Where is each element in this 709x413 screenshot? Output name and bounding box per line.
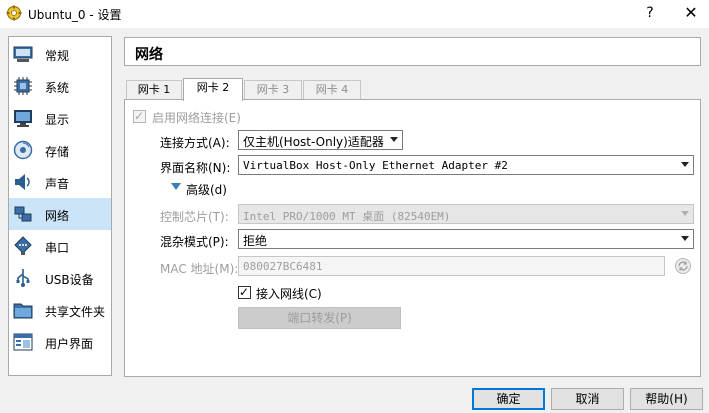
sidebar-item-user-interface[interactable]: 用户界面 — [9, 326, 111, 358]
chevron-down-icon — [681, 162, 689, 167]
mac-address-field[interactable]: 080027BC6481 — [238, 256, 665, 276]
virtualbox-app-icon — [6, 5, 22, 21]
title-help-button[interactable]: ? — [635, 2, 665, 24]
tab-adapter-2[interactable]: 网卡 2 — [183, 78, 243, 101]
sidebar-item-label: 显示 — [45, 113, 70, 127]
chevron-down-icon — [681, 236, 689, 241]
shared-folder-icon — [13, 303, 33, 319]
sidebar-item-label: USB设备 — [45, 273, 94, 287]
adapter-type-value: Intel PRO/1000 MT 桌面 (82540EM) — [243, 210, 451, 223]
port-forwarding-button[interactable]: 端口转发(P) — [238, 307, 401, 329]
storage-disk-icon — [13, 140, 33, 160]
window-title: Ubuntu_0 - 设置 — [28, 8, 122, 22]
close-button[interactable]: ✕ — [676, 2, 706, 24]
check-mark-icon: ✓ — [134, 109, 145, 123]
user-interface-icon — [13, 333, 33, 351]
sidebar-item-system[interactable]: 系统 — [9, 70, 111, 102]
enable-adapter-label: 启用网络连接(E) — [152, 111, 241, 125]
display-monitor-icon — [14, 110, 32, 127]
system-chip-icon — [14, 77, 32, 95]
check-mark-icon: ✓ — [239, 285, 250, 299]
adapter-type-label: 控制芯片(T): — [160, 210, 229, 224]
attached-to-value: 仅主机(Host-Only)适配器 — [243, 135, 384, 149]
ok-button[interactable]: 确定 — [472, 388, 545, 410]
mac-address-label: MAC 地址(M): — [160, 262, 239, 276]
sidebar-item-label: 串口 — [45, 241, 70, 255]
expand-triangle-icon[interactable] — [171, 183, 181, 190]
sidebar-item-label: 网络 — [45, 209, 70, 223]
sidebar-item-serial-ports[interactable]: 串口 — [9, 230, 111, 262]
sidebar-item-display[interactable]: 显示 — [9, 102, 111, 134]
promiscuous-mode-select[interactable]: 拒绝 — [238, 229, 694, 249]
sidebar-item-audio[interactable]: 声音 — [9, 166, 111, 198]
promiscuous-mode-value: 拒绝 — [243, 234, 268, 248]
adapter-name-label: 界面名称(N): — [160, 161, 231, 175]
sidebar-item-usb[interactable]: USB设备 — [9, 262, 111, 294]
sidebar-item-shared-folders[interactable]: 共享文件夹 — [9, 294, 111, 326]
sidebar-item-label: 共享文件夹 — [45, 305, 106, 319]
sidebar-item-label: 用户界面 — [45, 337, 94, 351]
enable-adapter-checkbox[interactable]: ✓ — [133, 109, 146, 123]
tab-adapter-4[interactable]: 网卡 4 — [303, 80, 361, 100]
general-icon — [13, 46, 33, 62]
usb-icon — [16, 269, 30, 287]
sidebar-item-label: 常规 — [45, 49, 70, 63]
speaker-icon — [15, 174, 30, 190]
sidebar-item-network[interactable]: 网络 — [9, 198, 111, 230]
tab-adapter-3[interactable]: 网卡 3 — [244, 80, 302, 100]
attached-to-select[interactable]: 仅主机(Host-Only)适配器 — [238, 130, 403, 150]
help-button[interactable]: 帮助(H) — [630, 388, 703, 410]
tab-adapter-1[interactable]: 网卡 1 — [126, 80, 182, 100]
sidebar-item-general[interactable]: 常规 — [9, 38, 111, 70]
title-bar: Ubuntu_0 - 设置 ? ✕ — [0, 0, 709, 28]
page-title-box: 网络 — [124, 37, 701, 66]
promiscuous-mode-label: 混杂模式(P): — [160, 235, 229, 249]
cable-connected-checkbox[interactable]: ✓ — [238, 285, 251, 299]
sidebar-item-label: 存储 — [45, 145, 70, 159]
adapter-type-select[interactable]: Intel PRO/1000 MT 桌面 (82540EM) — [238, 204, 694, 224]
cable-connected-label: 接入网线(C) — [256, 287, 322, 301]
chevron-down-icon — [390, 137, 398, 142]
advanced-expander-label[interactable]: 高级(d) — [186, 181, 227, 198]
serial-port-icon — [14, 236, 32, 255]
mac-address-value: 080027BC6481 — [243, 260, 323, 273]
adapter-name-select[interactable]: VirtualBox Host-Only Ethernet Adapter #2 — [238, 155, 694, 175]
network-icon — [14, 206, 32, 222]
refresh-icon[interactable] — [674, 257, 692, 275]
page-title: 网络 — [135, 47, 163, 63]
settings-sidebar: 常规 系统 显示 存储 声音 网络 串口 USB设备 共享文件夹 用户界面 — [8, 36, 112, 376]
sidebar-item-label: 声音 — [45, 177, 70, 191]
cancel-button[interactable]: 取消 — [551, 388, 624, 410]
attached-to-label: 连接方式(A): — [160, 136, 230, 150]
sidebar-item-storage[interactable]: 存储 — [9, 134, 111, 166]
adapter-name-value: VirtualBox Host-Only Ethernet Adapter #2 — [243, 159, 508, 172]
chevron-down-icon — [681, 211, 689, 216]
sidebar-item-label: 系统 — [45, 81, 70, 95]
